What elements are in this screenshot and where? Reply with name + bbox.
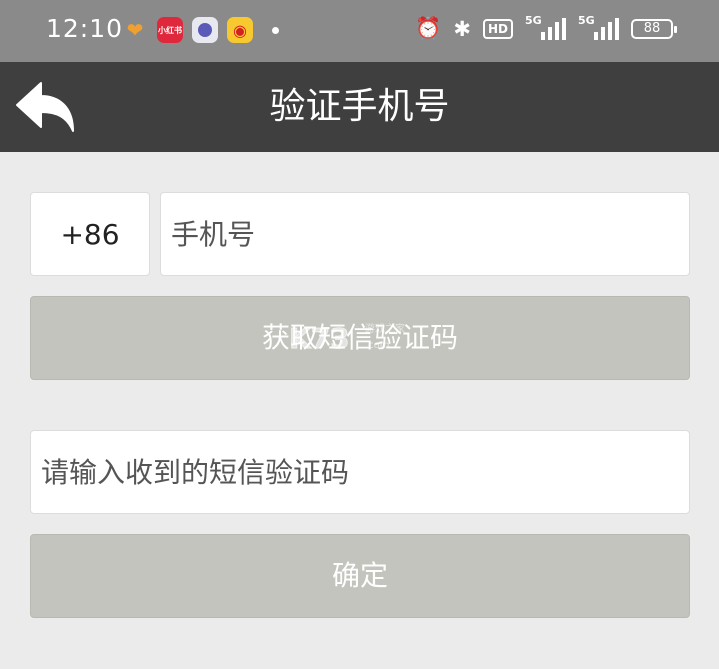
status-bar: 12:10 ❤ 小红书 ◉ ⏰ ✱ HD 5G 5G 88: [0, 0, 719, 62]
page-title: 验证手机号: [269, 86, 450, 127]
confirm-button[interactable]: 确定: [30, 534, 690, 618]
back-arrow-icon: [16, 82, 74, 132]
signal-label: 5G: [525, 13, 542, 27]
heart-icon: ❤: [126, 18, 144, 42]
alarm-icon: ⏰: [415, 16, 442, 40]
signal-icon: 5G: [525, 14, 566, 40]
title-bar: 验证手机号: [0, 62, 719, 152]
app-icon: [192, 17, 218, 43]
weibo-icon: ◉: [227, 17, 253, 43]
country-code-selector[interactable]: +86: [30, 192, 150, 276]
signal-label: 5G: [578, 13, 595, 27]
phone-number-input[interactable]: [160, 192, 690, 276]
hd-icon: HD: [482, 18, 513, 39]
get-sms-code-button[interactable]: 获取短信验证码: [30, 296, 690, 380]
back-button[interactable]: [12, 74, 78, 140]
status-time: 12:10: [46, 14, 124, 43]
battery-icon: 88: [631, 18, 677, 39]
more-notifications-dot-icon: [272, 26, 279, 34]
bluetooth-icon: ✱: [453, 16, 471, 41]
signal-icon: 5G: [578, 14, 619, 40]
notification-icons: ❤ 小红书 ◉: [122, 17, 279, 43]
xiaohongshu-icon: 小红书: [157, 17, 183, 43]
sms-code-input[interactable]: [30, 430, 690, 514]
status-right: ⏰ ✱ HD 5G 5G 88: [415, 14, 677, 41]
